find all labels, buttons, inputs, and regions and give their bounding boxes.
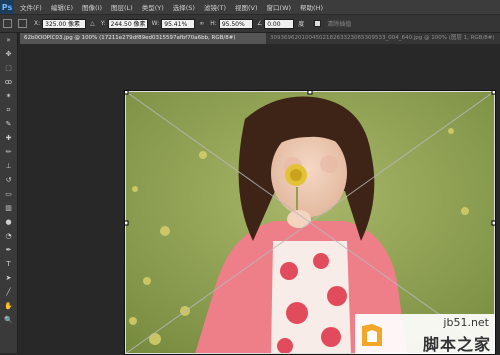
path-selection-icon[interactable]: ➤ — [0, 271, 17, 285]
healing-brush-icon[interactable]: ✚ — [0, 131, 17, 145]
interpolation-checkbox[interactable] — [314, 20, 322, 27]
toolbar-collapse-icon[interactable]: » — [0, 33, 17, 47]
lasso-tool-icon[interactable]: ꝏ — [0, 75, 17, 89]
height-input[interactable]: 95.50% — [218, 18, 253, 29]
menu-layer[interactable]: 图层(L) — [111, 2, 133, 12]
h-label: H: — [210, 20, 217, 27]
y-input[interactable]: 244.50 像素 — [107, 18, 148, 29]
brush-tool-icon[interactable]: ✏ — [0, 145, 17, 159]
menu-view[interactable]: 视图(V) — [235, 2, 258, 12]
shape-tool-icon[interactable]: ╱ — [0, 285, 17, 299]
clone-stamp-icon[interactable]: ⊥ — [0, 159, 17, 173]
menu-image[interactable]: 图像(I) — [82, 2, 102, 12]
document-tabs: 62b0OOPIC03.jpg @ 100% (17211e279df89ed0… — [20, 33, 500, 44]
tab-active-document[interactable]: 62b0OOPIC03.jpg @ 100% (17211e279df89ed0… — [20, 33, 266, 44]
watermark-url: jb51.net — [443, 316, 489, 329]
hand-tool-icon[interactable]: ✋ — [0, 299, 17, 313]
eraser-icon[interactable]: ▭ — [0, 187, 17, 201]
reference-point-icon[interactable] — [18, 19, 27, 28]
menu-bar: Ps 文件(F) 编辑(E) 图像(I) 图层(L) 类型(Y) 选择(S) 滤… — [0, 0, 500, 15]
options-bar: X: 325.00 像素 △ Y: 244.50 像素 W: 95.41% ∞ … — [0, 15, 500, 33]
delta-icon: △ — [90, 20, 95, 27]
crop-tool-icon[interactable]: ⌗ — [0, 103, 17, 117]
angle-input[interactable]: 0.00 — [264, 18, 295, 29]
eyedropper-icon[interactable]: ✎ — [0, 117, 17, 131]
menu-file[interactable]: 文件(F) — [20, 2, 42, 12]
tab-inactive-document[interactable]: 309369620100450218263323065309533_004_64… — [266, 33, 500, 44]
canvas-area: jb51.net 脚本之家 — [18, 44, 500, 355]
blur-tool-icon[interactable]: ● — [0, 215, 17, 229]
document-canvas[interactable]: jb51.net 脚本之家 — [124, 90, 496, 355]
width-input[interactable]: 95.41% — [161, 18, 196, 29]
move-tool-icon[interactable]: ✥ — [0, 47, 17, 61]
x-label: X: — [34, 20, 41, 27]
dodge-tool-icon[interactable]: ◔ — [0, 229, 17, 243]
menu-window[interactable]: 窗口(W) — [267, 2, 292, 12]
watermark-text: 脚本之家 — [422, 335, 491, 354]
menu-help[interactable]: 帮助(H) — [300, 2, 323, 12]
w-label: W: — [151, 20, 160, 27]
history-brush-icon[interactable]: ↺ — [0, 173, 17, 187]
magic-wand-icon[interactable]: ✶ — [0, 89, 17, 103]
gradient-tool-icon[interactable]: ▥ — [0, 201, 17, 215]
pen-tool-icon[interactable]: ✒ — [0, 243, 17, 257]
menu-select[interactable]: 选择(S) — [173, 2, 195, 12]
tools-panel: » ✥ ⬚ ꝏ ✶ ⌗ ✎ ✚ ✏ ⊥ ↺ ▭ ▥ ● ◔ ✒ T ➤ ╱ ✋ … — [0, 33, 18, 353]
site-logo-icon — [362, 324, 382, 346]
marquee-tool-icon[interactable]: ⬚ — [0, 61, 17, 75]
watermark: jb51.net 脚本之家 — [355, 314, 495, 354]
rotate-icon: ∠ — [256, 20, 263, 27]
type-tool-icon[interactable]: T — [0, 257, 17, 271]
interpolation-label: 清除插值 — [327, 21, 352, 28]
menu-edit[interactable]: 编辑(E) — [51, 2, 73, 12]
transform-tool-icon[interactable] — [3, 19, 12, 28]
x-input[interactable]: 325.00 像素 — [42, 18, 87, 29]
menu-type[interactable]: 类型(Y) — [142, 2, 164, 12]
zoom-tool-icon[interactable]: 🔍 — [0, 313, 17, 327]
angle-unit: 度 — [298, 21, 305, 28]
link-icon[interactable]: ∞ — [199, 20, 204, 27]
y-label: Y: — [100, 20, 106, 27]
photoshop-logo: Ps — [0, 0, 14, 14]
menu-filter[interactable]: 滤镜(T) — [204, 2, 226, 12]
